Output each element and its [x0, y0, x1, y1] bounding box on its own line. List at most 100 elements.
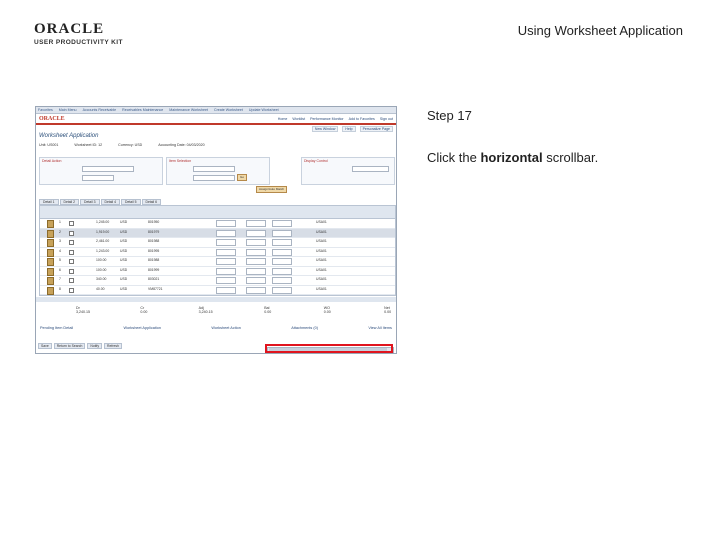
table-row[interactable]: 6 100.00 USD 801999 USA01 [40, 267, 395, 276]
table-row[interactable]: 4 1,243.00 USD 801995 USA01 [40, 248, 395, 257]
new-window-link[interactable]: New Window [311, 126, 339, 132]
header-link[interactable]: Add to Favorites [349, 117, 375, 121]
select-checkbox[interactable] [69, 221, 74, 226]
type-input[interactable] [216, 277, 236, 284]
view-detail-icon[interactable] [47, 277, 54, 285]
select-checkbox[interactable] [69, 259, 74, 264]
type-input[interactable] [216, 239, 236, 246]
select-checkbox[interactable] [69, 287, 74, 293]
display-control-caption: Display Control [304, 159, 328, 163]
item-id: 801950 [148, 220, 160, 224]
go-button[interactable]: Go [237, 174, 248, 181]
action-select[interactable] [82, 166, 134, 172]
view-detail-icon[interactable] [47, 229, 54, 238]
dst-input[interactable] [272, 258, 292, 265]
reason-input[interactable] [82, 175, 114, 181]
personalize-link[interactable]: Personalize Page [359, 126, 393, 132]
view-detail-icon[interactable] [47, 239, 54, 247]
type-input[interactable] [216, 267, 236, 275]
dst-input[interactable] [272, 220, 292, 227]
type-input[interactable] [216, 229, 236, 237]
item-id: 801995 [148, 248, 160, 253]
amount: 340.00 [96, 277, 107, 281]
type-input[interactable] [216, 248, 236, 256]
table-row[interactable]: 2 1,919.00 USD 801979 USA01 [40, 228, 395, 238]
dst-input[interactable] [272, 229, 292, 237]
header-link[interactable]: Worklist [292, 117, 305, 121]
help-link[interactable]: Help [342, 126, 356, 132]
row-number: 3 [59, 239, 61, 243]
breadcrumb-item[interactable]: Receivables Maintenance [122, 108, 163, 112]
type-input[interactable] [216, 258, 236, 265]
reason-input[interactable] [246, 229, 266, 237]
dst-input[interactable] [272, 267, 292, 275]
total-writeoff: WO 0.00 [323, 306, 331, 314]
customer: USA01 [316, 277, 327, 281]
reason-input[interactable] [246, 258, 266, 265]
header-link[interactable]: Performance Monitor [310, 117, 344, 121]
dst-input[interactable] [272, 277, 292, 284]
attachments-link[interactable]: Attachments (0) [291, 326, 318, 330]
reason-input[interactable] [246, 239, 266, 246]
view-detail-icon[interactable] [47, 267, 54, 276]
header-link[interactable]: Home [278, 117, 288, 121]
breadcrumb-item[interactable]: Favorites [38, 108, 53, 112]
select-checkbox[interactable] [69, 268, 74, 274]
return-to-search-button[interactable]: Return to Search [53, 343, 86, 349]
refresh-button[interactable]: Refresh [104, 343, 122, 349]
select-checkbox[interactable] [69, 249, 74, 255]
breadcrumb-item[interactable]: Main Menu [59, 108, 77, 112]
worksheet-application-link[interactable]: Worksheet Application [124, 326, 162, 330]
type-input[interactable] [216, 220, 236, 227]
dst-input[interactable] [272, 239, 292, 246]
pending-item-link[interactable]: Pending Item Detail [40, 326, 73, 330]
dst-input[interactable] [272, 248, 292, 256]
display-select[interactable] [352, 166, 389, 172]
breadcrumb-item[interactable]: Accounts Receivable [83, 108, 117, 112]
logo-sub-text: USER PRODUCTIVITY KIT [34, 39, 123, 46]
table-row[interactable]: 1 1,245.00 USD 801950 USA01 [40, 219, 395, 229]
table-row[interactable]: 3 2,461.00 USD 801988 USA01 [40, 238, 395, 248]
view-detail-icon[interactable] [47, 220, 54, 228]
reason-input[interactable] [246, 277, 266, 284]
breadcrumb-item[interactable]: Update Worksheet [249, 108, 279, 112]
save-button[interactable]: Save [38, 343, 52, 349]
header-link[interactable]: Sign out [380, 117, 393, 121]
view-detail-icon[interactable] [47, 286, 54, 295]
reason-input[interactable] [246, 267, 266, 275]
dst-input[interactable] [272, 286, 292, 294]
view-detail-icon[interactable] [47, 248, 54, 257]
document-title: Using Worksheet Application [517, 23, 683, 38]
item-id: 801979 [148, 229, 160, 234]
amount: 1,245.00 [96, 220, 110, 224]
totals-row: Dr 3,240.15 Cr 0.00 Adj 3,240.15 Bal 0.0… [76, 306, 396, 314]
reason-input[interactable] [246, 248, 266, 256]
select-checkbox[interactable] [69, 278, 74, 283]
reason-input[interactable] [246, 220, 266, 227]
type-input[interactable] [216, 286, 236, 294]
notify-button[interactable]: Notify [87, 343, 103, 349]
auto-match-button[interactable]: Assign/Auto Match [256, 186, 288, 193]
worksheet-id-value: Worksheet ID: 12 [74, 142, 103, 147]
select-checkbox[interactable] [69, 240, 74, 245]
customer: USA01 [316, 258, 327, 262]
accounting-date-value: Accounting Date: 04/03/2020 [158, 142, 205, 147]
table-row[interactable]: 8 40.00 USD VM87721 USA01 [40, 286, 395, 295]
view-all-items-link[interactable]: View All Items [368, 326, 392, 330]
item-id: 801988 [148, 239, 160, 243]
worksheet-action-link[interactable]: Worksheet Action [211, 326, 240, 330]
view-detail-icon[interactable] [47, 258, 54, 266]
item-reason-input[interactable] [193, 175, 235, 181]
table-row[interactable]: 5 100.00 USD 801988 USA01 [40, 257, 395, 267]
table-row[interactable]: 7 340.00 USD 803021 USA01 [40, 276, 395, 286]
detail-action-caption: Detail Action [42, 159, 62, 163]
breadcrumb-item[interactable]: Maintenance Worksheet [169, 108, 208, 112]
customer: USA01 [316, 248, 327, 253]
breadcrumb-item[interactable]: Create Worksheet [214, 108, 243, 112]
item-id: 801999 [148, 267, 160, 272]
item-action-select[interactable] [193, 166, 235, 172]
breadcrumb: Favorites Main Menu Accounts Receivable … [36, 107, 396, 114]
reason-input[interactable] [246, 286, 266, 294]
page-title: Worksheet Application [39, 133, 99, 139]
select-checkbox[interactable] [69, 230, 74, 236]
